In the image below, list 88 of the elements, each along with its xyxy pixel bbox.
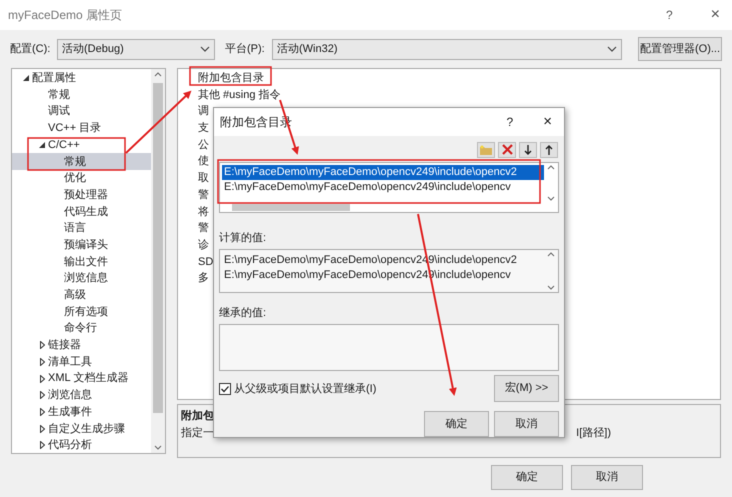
tree-item[interactable]: 链接器 bbox=[12, 337, 151, 354]
property-name[interactable]: 警 bbox=[198, 220, 209, 237]
collapsed-triangle-icon[interactable] bbox=[40, 441, 44, 450]
tree-item[interactable]: 浏览信息 bbox=[12, 387, 151, 404]
tree-item[interactable]: 浏览信息 bbox=[12, 270, 151, 287]
tree-item[interactable]: 配置属性 bbox=[12, 70, 151, 87]
section-label: 计算的值: bbox=[219, 231, 268, 246]
tree-item[interactable]: 优化 bbox=[12, 170, 151, 187]
tree-item[interactable]: 自定义生成步骤 bbox=[12, 420, 151, 438]
scroll-thumb[interactable] bbox=[232, 204, 350, 212]
tree-item[interactable]: C/C++ bbox=[12, 136, 151, 154]
expanded-triangle-icon[interactable] bbox=[23, 75, 29, 82]
property-name[interactable]: 使 bbox=[198, 153, 209, 170]
tree-item[interactable]: VC++ 目录 bbox=[12, 120, 151, 137]
property-name[interactable]: SD bbox=[198, 254, 214, 270]
cancel-button[interactable]: 取消 bbox=[571, 465, 643, 490]
move-down-button[interactable] bbox=[519, 142, 537, 158]
collapsed-triangle-icon[interactable] bbox=[40, 391, 44, 400]
expanded-triangle-icon[interactable] bbox=[39, 142, 45, 148]
collapsed-triangle-icon[interactable] bbox=[40, 374, 44, 383]
cancel-button[interactable]: 取消 bbox=[494, 411, 559, 438]
scroll-down-icon[interactable] bbox=[154, 445, 162, 450]
scroll-up-icon[interactable] bbox=[547, 164, 555, 170]
property-name[interactable]: 取 bbox=[198, 170, 209, 187]
tree-item[interactable]: 清单工具 bbox=[12, 354, 151, 370]
scroll-up-icon[interactable] bbox=[154, 72, 162, 77]
tree-item[interactable]: 输出文件 bbox=[12, 254, 151, 270]
close-button[interactable]: × bbox=[710, 3, 720, 27]
description-text: 指定一 bbox=[181, 426, 214, 440]
close-button[interactable]: × bbox=[543, 110, 552, 134]
property-name[interactable]: 将 bbox=[198, 204, 209, 220]
tree-item[interactable]: 代码生成 bbox=[12, 204, 151, 220]
property-name[interactable]: 多 bbox=[198, 270, 209, 287]
checkbox-label: 从父级或项目默认设置继承(I) bbox=[234, 382, 376, 398]
dropdown-caret-icon bbox=[200, 46, 210, 52]
scroll-down-icon[interactable] bbox=[547, 196, 555, 202]
collapsed-triangle-icon[interactable] bbox=[40, 341, 44, 350]
tree-item[interactable]: 预编译头 bbox=[12, 236, 151, 254]
property-name[interactable]: 支 bbox=[198, 120, 209, 137]
help-button[interactable]: ? bbox=[506, 112, 514, 131]
tree-item[interactable]: 预处理器 bbox=[12, 186, 151, 204]
platform-dropdown[interactable]: 活动(Win32) bbox=[272, 38, 622, 60]
property-name[interactable]: 其他 #using 指令 bbox=[198, 86, 281, 104]
down-arrow-icon bbox=[524, 144, 532, 155]
path-entry[interactable]: E:\myFaceDemo\myFaceDemo\opencv249\include\opencv bbox=[222, 180, 544, 195]
path-entry[interactable]: E:\myFaceDemo\myFaceDemo\opencv249\include\opencv2 bbox=[222, 164, 544, 180]
collapsed-triangle-icon[interactable] bbox=[40, 408, 44, 416]
platform-label: 平台(P): bbox=[225, 42, 266, 57]
up-arrow-icon bbox=[545, 144, 553, 155]
tree-item[interactable]: 语言 bbox=[12, 220, 151, 237]
property-name[interactable]: 警 bbox=[198, 186, 209, 204]
property-name[interactable]: 附加包含目录 bbox=[198, 70, 264, 87]
configuration-dropdown[interactable]: 活动(Debug) bbox=[57, 38, 215, 60]
property-name[interactable]: 调 bbox=[198, 103, 209, 120]
tree-item[interactable]: 调试 bbox=[12, 103, 151, 120]
inherit-checkbox[interactable] bbox=[219, 383, 231, 396]
tree-item[interactable]: 代码分析 bbox=[12, 437, 151, 454]
tree-item[interactable]: 常规 bbox=[12, 153, 151, 170]
folder-icon bbox=[480, 144, 492, 155]
scroll-thumb[interactable] bbox=[153, 83, 163, 413]
window-title: myFaceDemo 属性页 bbox=[8, 7, 122, 24]
configuration-manager-button[interactable]: 配置管理器(O)... bbox=[638, 37, 722, 61]
macros-button[interactable]: 宏(M) >> bbox=[494, 375, 559, 402]
tree-item[interactable]: 生成事件 bbox=[12, 404, 151, 420]
collapsed-triangle-icon[interactable] bbox=[40, 424, 44, 433]
ok-button[interactable]: 确定 bbox=[491, 465, 563, 490]
annotation-arrow bbox=[279, 100, 299, 155]
property-name[interactable]: 公 bbox=[198, 136, 209, 154]
scroll-down-icon[interactable] bbox=[547, 285, 555, 290]
tree-item[interactable]: 高级 bbox=[12, 286, 151, 304]
tree-item[interactable]: 命令行 bbox=[12, 320, 151, 337]
tree-item[interactable]: 常规 bbox=[12, 86, 151, 104]
configuration-label: 配置(C): bbox=[10, 42, 52, 57]
section-label: 继承的值: bbox=[219, 306, 268, 322]
annotation-arrow bbox=[125, 90, 192, 154]
dropdown-caret-icon bbox=[607, 46, 617, 52]
delete-button[interactable] bbox=[498, 142, 516, 158]
move-up-button[interactable] bbox=[540, 142, 558, 158]
tree-item[interactable]: XML 文档生成器 bbox=[12, 370, 151, 388]
description-text: I[路径]) bbox=[576, 426, 611, 440]
tree-item[interactable]: 所有选项 bbox=[12, 304, 151, 320]
property-name[interactable]: 诊 bbox=[198, 236, 209, 254]
help-button[interactable]: ? bbox=[666, 6, 673, 24]
collapsed-triangle-icon[interactable] bbox=[40, 358, 44, 366]
delete-icon bbox=[502, 144, 512, 156]
description-title: 附加包 bbox=[181, 408, 214, 424]
ok-button[interactable]: 确定 bbox=[424, 411, 489, 438]
scroll-up-icon[interactable] bbox=[547, 252, 555, 257]
